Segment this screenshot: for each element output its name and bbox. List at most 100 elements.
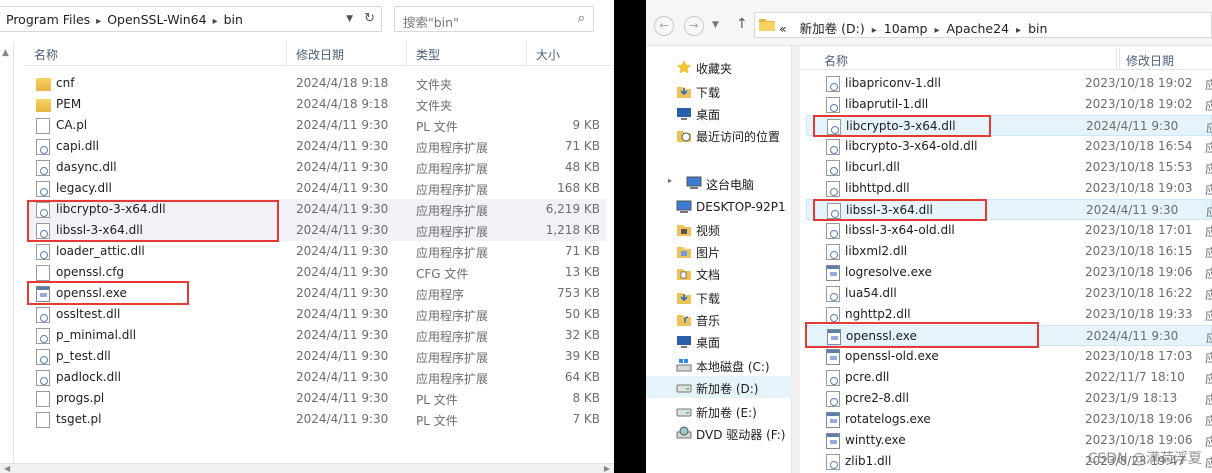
pane-splitter[interactable] bbox=[792, 46, 800, 473]
up-arrow-icon[interactable]: ↑ bbox=[736, 16, 748, 32]
file-row[interactable]: progs.pl 2024/4/11 9:30 PL 文件 8 KB bbox=[28, 388, 606, 409]
forward-icon[interactable]: → bbox=[684, 16, 704, 36]
file-row[interactable]: libssl-3-x64.dll 2024/4/11 9:30 应用程序扩展 1,21… bbox=[28, 220, 606, 241]
column-divider[interactable] bbox=[1119, 48, 1120, 70]
column-divider[interactable] bbox=[406, 42, 407, 66]
nav-item[interactable]: DESKTOP-92P1 bbox=[646, 196, 792, 218]
nav-item[interactable]: 文档 bbox=[646, 262, 792, 284]
video-icon bbox=[676, 221, 692, 237]
nav-item[interactable]: ▸ 这台电脑 bbox=[646, 172, 792, 194]
file-type: 应用程序扩展 bbox=[416, 225, 489, 239]
file-row[interactable]: PEM 2024/4/18 9:18 文件夹 bbox=[28, 94, 606, 115]
column-size[interactable]: 大小 bbox=[536, 46, 560, 63]
file-name: tsget.pl bbox=[56, 412, 102, 426]
file-row[interactable]: pcre2-8.dll 2023/1/9 18:13 应 bbox=[806, 388, 1212, 409]
nav-item[interactable]: 新加卷 (D:) bbox=[646, 376, 792, 398]
column-type[interactable]: 类型 bbox=[416, 46, 440, 63]
file-row[interactable]: libssl-3-x64.dll 2024/4/11 9:30 应 bbox=[806, 199, 1212, 220]
file-row[interactable]: rotatelogs.exe 2023/10/18 19:06 应 bbox=[806, 409, 1212, 430]
file-row[interactable]: capi.dll 2024/4/11 9:30 应用程序扩展 71 KB bbox=[28, 136, 606, 157]
address-bar[interactable]: Program Files ▸ OpenSSL-Win64 ▸ bin ▼ ↻ bbox=[0, 6, 382, 32]
file-row[interactable]: dasync.dll 2024/4/11 9:30 应用程序扩展 48 KB bbox=[28, 157, 606, 178]
chevron-down-icon[interactable]: ▼ bbox=[346, 14, 353, 24]
breadcrumb-overflow[interactable]: « bbox=[779, 21, 787, 36]
file-name: libhttpd.dll bbox=[845, 181, 910, 195]
scroll-left-icon[interactable]: ◀ bbox=[4, 464, 10, 473]
nav-item[interactable]: 图片 bbox=[646, 240, 792, 262]
file-row[interactable]: lua54.dll 2023/10/18 16:22 应 bbox=[806, 283, 1212, 304]
file-size: 6,219 KB bbox=[545, 202, 600, 216]
file-row[interactable]: CA.pl 2024/4/11 9:30 PL 文件 9 KB bbox=[28, 115, 606, 136]
file-row[interactable]: openssl.cfg 2024/4/11 9:30 CFG 文件 13 KB bbox=[28, 262, 606, 283]
file-row[interactable]: openssl.exe 2024/4/11 9:30 应用程序 753 KB bbox=[28, 283, 606, 304]
file-type: PL 文件 bbox=[416, 120, 458, 134]
nav-item[interactable]: 本地磁盘 (C:) bbox=[646, 354, 792, 376]
nav-item[interactable]: 收藏夹 bbox=[646, 56, 792, 78]
refresh-icon[interactable]: ↻ bbox=[364, 11, 375, 26]
nav-item[interactable]: 桌面 bbox=[646, 330, 792, 352]
nav-item[interactable]: 桌面 bbox=[646, 102, 792, 124]
file-row[interactable]: libhttpd.dll 2023/10/18 19:03 应 bbox=[806, 178, 1212, 199]
file-row[interactable]: padlock.dll 2024/4/11 9:30 应用程序扩展 64 KB bbox=[28, 367, 606, 388]
file-row[interactable]: p_test.dll 2024/4/11 9:30 应用程序扩展 39 KB bbox=[28, 346, 606, 367]
nav-item[interactable]: 下载 bbox=[646, 80, 792, 102]
column-name[interactable]: 名称 bbox=[824, 52, 848, 69]
file-row[interactable]: p_minimal.dll 2024/4/11 9:30 应用程序扩展 32 KB bbox=[28, 325, 606, 346]
file-row[interactable]: logresolve.exe 2023/10/18 19:06 应 bbox=[806, 262, 1212, 283]
file-row[interactable]: tsget.pl 2024/4/11 9:30 PL 文件 7 KB bbox=[28, 409, 606, 430]
file-type: PL 文件 bbox=[416, 414, 458, 428]
nav-item[interactable]: 最近访问的位置 bbox=[646, 124, 792, 146]
nav-item[interactable]: 下载 bbox=[646, 286, 792, 308]
breadcrumb-item[interactable]: Apache24 bbox=[946, 21, 1009, 36]
nav-item-label: 桌面 bbox=[696, 108, 721, 122]
file-date: 2024/4/11 9:30 bbox=[296, 391, 389, 405]
horizontal-scrollbar[interactable]: ◀ ▶ bbox=[0, 463, 614, 473]
file-row[interactable]: libcrypto-3-x64-old.dll 2023/10/18 16:54 应 bbox=[806, 136, 1212, 157]
file-row[interactable]: cnf 2024/4/18 9:18 文件夹 bbox=[28, 73, 606, 94]
nav-item[interactable]: 音乐 bbox=[646, 308, 792, 330]
file-row[interactable]: nghttp2.dll 2023/10/18 19:33 应 bbox=[806, 304, 1212, 325]
back-icon[interactable]: ← bbox=[654, 16, 674, 36]
scroll-right-icon[interactable]: ▶ bbox=[604, 464, 610, 473]
expand-icon[interactable]: ▸ bbox=[668, 176, 672, 185]
search-input[interactable]: 搜索"bin" ⌕ bbox=[394, 6, 594, 32]
breadcrumb-item[interactable]: bin bbox=[1028, 21, 1047, 36]
column-name[interactable]: 名称 bbox=[34, 46, 58, 63]
breadcrumb-item[interactable]: Program Files bbox=[6, 12, 90, 27]
nav-item[interactable]: DVD 驱动器 (F:) bbox=[646, 422, 792, 444]
column-divider[interactable] bbox=[526, 42, 527, 66]
file-row[interactable]: openssl.exe 2024/4/11 9:30 应 bbox=[806, 325, 1212, 346]
file-row[interactable]: pcre.dll 2022/11/7 18:10 应 bbox=[806, 367, 1212, 388]
column-divider[interactable] bbox=[286, 42, 287, 66]
chevron-up-icon[interactable]: ▲ bbox=[2, 48, 12, 58]
address-bar[interactable]: « 新加卷 (D:) ▸ 10amp ▸ Apache24 ▸ bin bbox=[754, 12, 1212, 38]
column-divider[interactable] bbox=[1116, 48, 1117, 70]
breadcrumb-item[interactable]: 新加卷 (D:) bbox=[800, 18, 865, 37]
file-row[interactable]: libaprutil-1.dll 2023/10/18 19:02 应 bbox=[806, 94, 1212, 115]
breadcrumb-item[interactable]: 10amp bbox=[884, 21, 928, 36]
file-row[interactable]: libssl-3-x64-old.dll 2023/10/18 17:01 应 bbox=[806, 220, 1212, 241]
file-row[interactable]: openssl-old.exe 2023/10/18 17:03 应 bbox=[806, 346, 1212, 367]
file-date: 2023/10/18 19:02 bbox=[1085, 76, 1193, 90]
chevron-right-icon: ▸ bbox=[1016, 25, 1022, 36]
file-row[interactable]: libcurl.dll 2023/10/18 15:53 应 bbox=[806, 157, 1212, 178]
file-name: cnf bbox=[56, 76, 75, 90]
dll-icon bbox=[826, 139, 840, 155]
search-icon[interactable]: ⌕ bbox=[578, 11, 585, 26]
file-row[interactable]: loader_attic.dll 2024/4/11 9:30 应用程序扩展 71 K… bbox=[28, 241, 606, 262]
breadcrumb-item[interactable]: OpenSSL-Win64 bbox=[107, 12, 206, 27]
file-row[interactable]: libcrypto-3-x64.dll 2024/4/11 9:30 应 bbox=[806, 115, 1212, 136]
file-row[interactable]: libxml2.dll 2023/10/18 16:15 应 bbox=[806, 241, 1212, 262]
file-row[interactable]: libcrypto-3-x64.dll 2024/4/11 9:30 应用程序扩展 6… bbox=[28, 199, 606, 220]
column-date[interactable]: 修改日期 bbox=[1126, 52, 1174, 69]
breadcrumb-item[interactable]: bin bbox=[224, 12, 243, 27]
file-row[interactable]: legacy.dll 2024/4/11 9:30 应用程序扩展 168 KB bbox=[28, 178, 606, 199]
nav-item[interactable]: 新加卷 (E:) bbox=[646, 400, 792, 422]
file-size: 64 KB bbox=[564, 370, 600, 384]
file-row[interactable]: libapriconv-1.dll 2023/10/18 19:02 应 bbox=[806, 73, 1212, 94]
file-row[interactable]: ossltest.dll 2024/4/11 9:30 应用程序扩展 50 KB bbox=[28, 304, 606, 325]
column-date[interactable]: 修改日期 bbox=[296, 46, 344, 63]
chevron-down-icon[interactable]: ▼ bbox=[712, 20, 719, 30]
nav-item[interactable]: 视频 bbox=[646, 218, 792, 240]
file-name: libaprutil-1.dll bbox=[845, 97, 929, 111]
